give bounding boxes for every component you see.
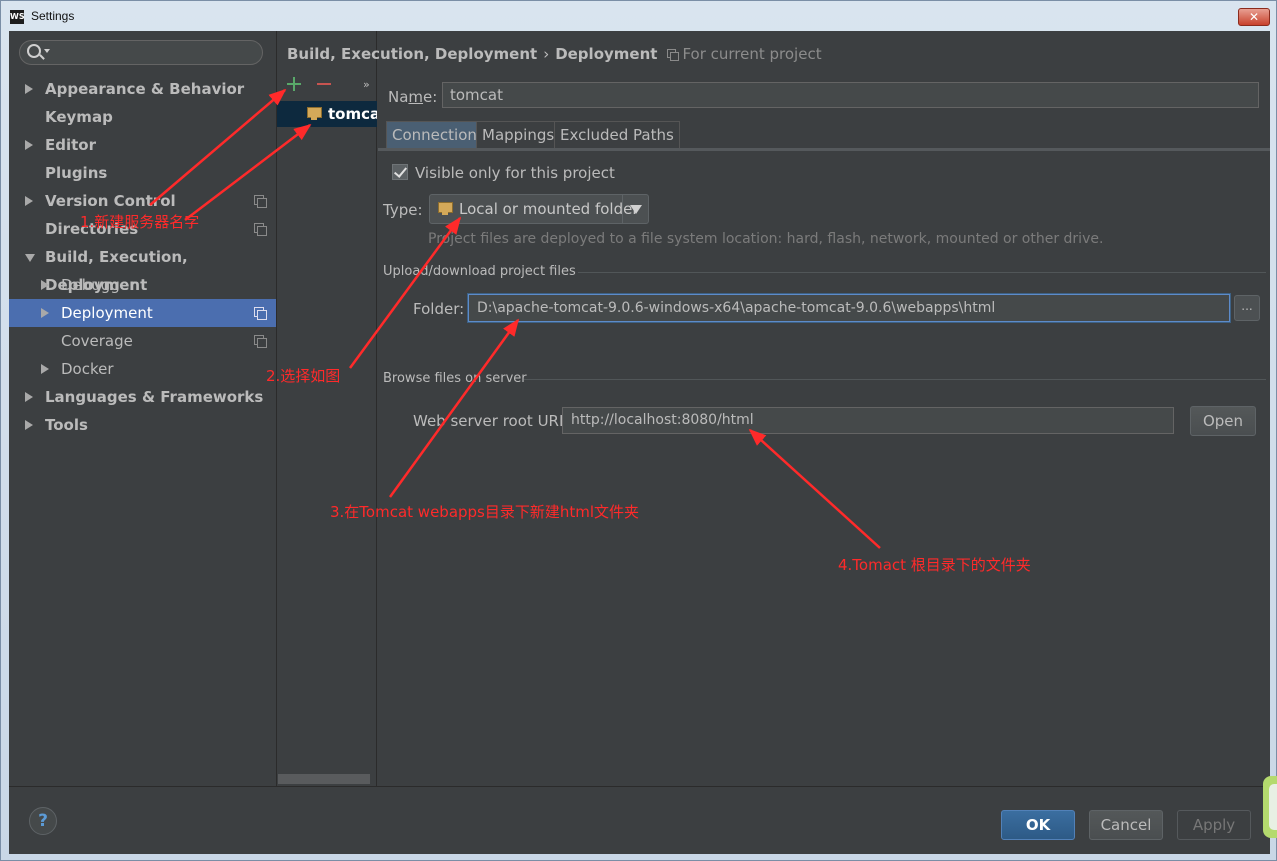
tab-divider — [378, 148, 1270, 151]
sidebar-item-label: Coverage — [61, 332, 133, 350]
sidebar-item-label: Editor — [45, 136, 96, 154]
name-label: Name: — [388, 88, 438, 106]
folder-label: Folder: — [413, 300, 465, 318]
web-server-url-input[interactable]: http://localhost:8080/html — [562, 407, 1174, 434]
visible-only-checkbox[interactable] — [392, 164, 408, 180]
breadcrumb-build: Build, Execution, Deployment — [287, 45, 538, 63]
breadcrumb-separator: › — [543, 45, 550, 63]
type-description: Project files are deployed to a file sys… — [428, 231, 1104, 247]
server-list-item[interactable]: tomcat — [277, 101, 377, 127]
browse-section-title: Browse files on server — [383, 371, 527, 386]
type-label: Type: — [383, 201, 423, 219]
project-scope-icon — [667, 49, 680, 61]
visible-only-label: Visible only for this project — [415, 164, 615, 182]
tab-excluded-paths[interactable]: Excluded Paths — [554, 121, 680, 149]
server-name-input[interactable]: tomcat — [442, 82, 1259, 108]
expand-right-icon[interactable] — [25, 140, 33, 150]
settings-content: Appearance & Behavior Keymap Editor Plugins… — [9, 31, 1270, 854]
sidebar-item-keymap[interactable]: Keymap — [9, 103, 276, 131]
upload-section-divider — [578, 272, 1266, 273]
sidebar-item-label: Keymap — [45, 108, 113, 126]
type-select[interactable]: Local or mounted folder — [429, 194, 649, 224]
window-title: Settings — [31, 9, 75, 23]
deployment-server-list: » tomcat — [277, 31, 377, 786]
sidebar-item-label: Directories — [45, 220, 139, 238]
tab-connection[interactable]: Connection — [386, 121, 483, 149]
project-scope-icon — [254, 335, 267, 348]
sidebar-item-directories[interactable]: Directories — [9, 215, 276, 243]
sidebar-item-coverage[interactable]: Coverage — [9, 327, 276, 355]
chevron-down-icon[interactable] — [622, 195, 648, 223]
breadcrumb: Build, Execution, Deployment › Deployment F… — [287, 45, 822, 63]
settings-search-input[interactable] — [19, 40, 263, 65]
project-scope-icon — [254, 307, 267, 320]
browse-folder-button[interactable]: ... — [1234, 295, 1260, 321]
sidebar-item-label: Appearance & Behavior — [45, 80, 245, 98]
search-dropdown-icon — [44, 49, 50, 53]
help-button[interactable]: ? — [29, 807, 57, 835]
sidebar-item-tools[interactable]: Tools — [9, 411, 276, 439]
expand-right-icon[interactable] — [41, 364, 49, 374]
sidebar-item-label: Languages & Frameworks — [45, 388, 264, 406]
cancel-button[interactable]: Cancel — [1089, 810, 1163, 840]
webstorm-app-icon: WS — [10, 10, 25, 24]
sidebar-item-label: Tools — [45, 416, 88, 434]
upload-section-title: Upload/download project files — [383, 264, 576, 279]
sidebar-item-label: Version Control — [45, 192, 176, 210]
web-server-url-label: Web server root URL: — [413, 412, 573, 430]
expand-right-icon[interactable] — [41, 308, 49, 318]
deployment-config-panel: Build, Execution, Deployment › Deployment F… — [287, 31, 1270, 786]
server-list-item-label: tomcat — [328, 105, 377, 123]
sidebar-item-docker[interactable]: Docker — [9, 355, 276, 383]
project-scope-icon — [254, 195, 267, 208]
server-folder-icon — [307, 107, 322, 121]
sidebar-item-appearance-behavior[interactable]: Appearance & Behavior — [9, 75, 276, 103]
window-close-button[interactable]: ✕ — [1238, 8, 1270, 26]
expand-right-icon[interactable] — [25, 392, 33, 402]
breadcrumb-scope: For current project — [682, 45, 822, 63]
expand-down-icon[interactable] — [25, 254, 35, 262]
server-list-scrollbar[interactable] — [278, 774, 370, 784]
settings-window: WS Settings ✕ Appearance & Behavior Keyma… — [0, 0, 1277, 861]
breadcrumb-deployment: Deployment — [555, 45, 658, 63]
more-actions-icon[interactable]: » — [363, 78, 370, 91]
sidebar-item-editor[interactable]: Editor — [9, 131, 276, 159]
sidebar-item-label: Docker — [61, 360, 114, 378]
expand-right-icon[interactable] — [25, 196, 33, 206]
folder-path-input[interactable]: D:\apache-tomcat-9.0.6-windows-x64\apach… — [468, 294, 1230, 322]
sidebar-item-build-execution-deployment[interactable]: Build, Execution, Deployment — [9, 243, 276, 294]
title-bar: WS Settings ✕ — [1, 1, 1277, 31]
open-url-button[interactable]: Open — [1190, 406, 1256, 436]
type-selected-value: Local or mounted folder — [459, 200, 639, 218]
settings-sidebar: Appearance & Behavior Keymap Editor Plugins… — [9, 31, 277, 786]
expand-right-icon[interactable] — [25, 420, 33, 430]
sidebar-item-languages-frameworks[interactable]: Languages & Frameworks — [9, 383, 276, 411]
add-server-icon[interactable] — [287, 77, 301, 91]
remove-server-icon[interactable] — [317, 83, 331, 85]
ok-button[interactable]: OK — [1001, 810, 1075, 840]
sidebar-item-label: Deployment — [61, 304, 153, 322]
sidebar-item-debugger[interactable]: Debugger — [9, 271, 276, 299]
side-widget-tab[interactable] — [1263, 776, 1277, 838]
apply-button: Apply — [1177, 810, 1251, 840]
tab-mappings[interactable]: Mappings — [476, 121, 561, 149]
expand-right-icon[interactable] — [25, 84, 33, 94]
mounted-folder-icon — [438, 202, 454, 216]
sidebar-item-label: Plugins — [45, 164, 108, 182]
browse-section-divider — [524, 379, 1266, 380]
project-scope-icon — [254, 223, 267, 236]
sidebar-item-deployment[interactable]: Deployment — [9, 299, 276, 327]
sidebar-item-plugins[interactable]: Plugins — [9, 159, 276, 187]
sidebar-item-version-control[interactable]: Version Control — [9, 187, 276, 215]
search-icon — [27, 44, 41, 58]
sidebar-item-label: Debugger — [61, 276, 136, 294]
expand-right-icon[interactable] — [41, 280, 49, 290]
dialog-footer: ? OK Cancel Apply — [9, 786, 1270, 854]
